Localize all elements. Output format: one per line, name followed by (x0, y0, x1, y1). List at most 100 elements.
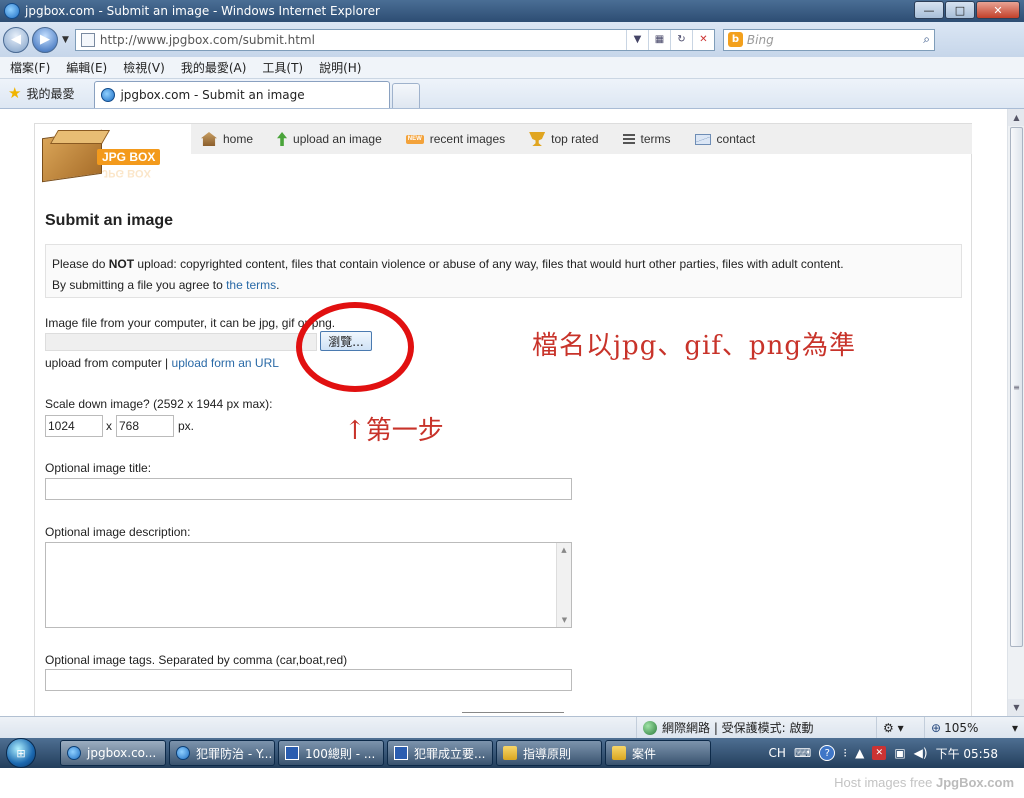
scroll-thumb[interactable]: ≡ (1010, 127, 1023, 647)
nav-home[interactable]: home (201, 132, 253, 146)
zoom-level: 105% (944, 720, 979, 735)
start-button[interactable]: ⊞ (0, 738, 42, 768)
nav-top-rated[interactable]: top rated (529, 132, 599, 146)
mail-icon (694, 133, 711, 145)
scale-height-input[interactable]: 768 (116, 415, 174, 437)
security-zone[interactable]: 網際網路 | 受保護模式: 啟動 (636, 716, 876, 739)
ime-options-icon[interactable]: ⁝ (843, 746, 847, 760)
taskbar-item-general-rules[interactable]: 100總則 - ... (278, 740, 384, 766)
zoom-dropdown-icon[interactable]: ▾ (1012, 721, 1018, 735)
action-center-alert-icon[interactable]: ✕ (872, 746, 887, 760)
page-icon (80, 32, 95, 47)
search-box[interactable]: b Bing ⌕ (722, 28, 935, 51)
image-title-input[interactable] (45, 478, 572, 500)
scroll-down-arrow-icon[interactable]: ▼ (1008, 699, 1024, 716)
nav-terms[interactable]: terms (622, 132, 671, 146)
scroll-up-icon[interactable]: ▲ (557, 543, 571, 557)
new-badge-icon: NEW (405, 134, 424, 144)
filetype-annotation: 檔名以jpg、gif、png為準 (532, 331, 856, 361)
back-arrow-icon: ◀ (11, 32, 21, 47)
taskbar-item-crime-elements[interactable]: 犯罪成立要... (387, 740, 493, 766)
protected-mode-icon: ⚙ ▾ (883, 720, 904, 735)
scale-width-input[interactable]: 1024 (45, 415, 103, 437)
system-tray: CH ⌨ ? ⁝ ▲ ✕ ▣ ◀) 下午 05:58 (769, 738, 1024, 768)
keyboard-icon[interactable]: ⌨ (794, 746, 811, 760)
menu-help[interactable]: 說明(H) (319, 59, 361, 76)
star-icon: ★ (8, 84, 22, 102)
window-controls: — □ ✕ (914, 1, 1020, 19)
zone-text: 網際網路 | 受保護模式: 啟動 (662, 721, 814, 735)
compatibility-view-icon[interactable]: ▦ (647, 29, 670, 50)
taskbar-item-jpgbox[interactable]: jpgbox.co... (60, 740, 166, 766)
scale-label: Scale down image? (2592 x 1944 px max): (45, 397, 273, 411)
image-tags-input[interactable] (45, 669, 572, 691)
maximize-button[interactable]: □ (945, 1, 975, 19)
windows-logo-icon: ⊞ (6, 738, 36, 768)
menu-favorites[interactable]: 我的最愛(A) (181, 59, 247, 76)
menu-tools[interactable]: 工具(T) (262, 59, 303, 76)
upload-mode: upload from computer | upload form an UR… (45, 356, 279, 370)
logo-reflection: JPG BOX (102, 167, 151, 179)
taskbar-item-crime-prevention[interactable]: 犯罪防治 - Y... (169, 740, 275, 766)
nav-contact-label: contact (716, 132, 756, 146)
textarea-scrollbar[interactable]: ▲ ▼ (556, 543, 571, 627)
menu-bar: 檔案(F) 編輯(E) 檢視(V) 我的最愛(A) 工具(T) 說明(H) (0, 57, 1024, 79)
show-hidden-icons-icon[interactable]: ▲ (855, 746, 864, 760)
step-one-annotation: ↑第一步 (344, 416, 444, 446)
nav-top-rated-label: top rated (551, 132, 599, 146)
tab-jpgbox[interactable]: jpgbox.com - Submit an image (94, 81, 391, 108)
title-label: Optional image title: (45, 461, 152, 475)
address-dropdown-icon[interactable]: ▼ (625, 29, 648, 50)
url-text[interactable]: http://www.jpgbox.com/submit.html (100, 33, 626, 47)
file-label: Image file from your computer, it can be… (45, 316, 336, 330)
site-nav: home upload an image NEW recent images t… (191, 124, 972, 154)
upload-url-link[interactable]: upload form an URL (172, 356, 279, 370)
menu-file[interactable]: 檔案(F) (10, 59, 50, 76)
word-document-icon (285, 746, 299, 760)
nav-contact[interactable]: contact (694, 132, 756, 146)
volume-icon[interactable]: ◀) (914, 746, 928, 760)
recent-pages-dropdown-icon[interactable]: ▼ (62, 35, 69, 45)
scroll-down-icon[interactable]: ▼ (557, 613, 572, 627)
search-input[interactable]: Bing (747, 33, 923, 47)
menu-edit[interactable]: 編輯(E) (66, 59, 107, 76)
zoom-control[interactable]: ⊕ 105% ▾ (924, 716, 1024, 739)
folder-icon (503, 746, 517, 760)
agree-line: By submitting a file you agree to the te… (52, 278, 280, 292)
notice-line: Please do NOT upload: copyrighted conten… (52, 257, 844, 271)
network-icon[interactable]: ▣ (894, 746, 905, 760)
help-icon[interactable]: ? (819, 745, 836, 761)
input-language-indicator[interactable]: CH (769, 746, 786, 760)
taskbar-item-cases[interactable]: 案件 (605, 740, 711, 766)
address-bar[interactable]: http://www.jpgbox.com/submit.html ▼ ▦ ↻ … (74, 28, 715, 51)
search-icon[interactable]: ⌕ (923, 32, 930, 47)
watermark-prefix: Host images free (834, 775, 936, 790)
nav-recent[interactable]: NEW recent images (405, 132, 506, 146)
close-button[interactable]: ✕ (976, 1, 1020, 19)
image-description-textarea[interactable]: ▲ ▼ (45, 542, 572, 628)
back-button[interactable]: ◀ (3, 26, 29, 53)
favorites-button[interactable]: ★ 我的最愛 (0, 80, 82, 106)
file-path-input[interactable] (45, 333, 317, 351)
stop-icon[interactable]: ✕ (691, 29, 714, 50)
taskbar-item-guidelines[interactable]: 指導原則 (496, 740, 602, 766)
jpgbox-logo[interactable]: JPG BOX JPG BOX (40, 129, 170, 190)
nav-recent-label: recent images (429, 132, 506, 146)
nav-upload[interactable]: upload an image (277, 132, 382, 146)
tab-ie-icon (101, 88, 116, 102)
scroll-up-arrow-icon[interactable]: ▲ (1008, 109, 1024, 126)
box-flap (49, 130, 111, 144)
nav-terms-label: terms (640, 132, 671, 146)
windows-taskbar: ⊞ jpgbox.co... 犯罪防治 - Y... 100總則 - ... 犯… (0, 738, 1024, 768)
refresh-icon[interactable]: ↻ (669, 29, 692, 50)
nav-home-label: home (223, 132, 254, 146)
protected-mode-toggle[interactable]: ⚙ ▾ (876, 716, 924, 739)
forward-button[interactable]: ▶ (32, 26, 58, 53)
nav-upload-label: upload an image (293, 132, 382, 146)
minimize-button[interactable]: — (914, 1, 944, 19)
new-tab-button[interactable] (392, 83, 421, 108)
page-scrollbar[interactable]: ▲ ≡ ▼ (1007, 109, 1024, 716)
clock[interactable]: 下午 05:58 (936, 745, 998, 762)
terms-link[interactable]: the terms (226, 278, 276, 292)
menu-view[interactable]: 檢視(V) (123, 59, 165, 76)
